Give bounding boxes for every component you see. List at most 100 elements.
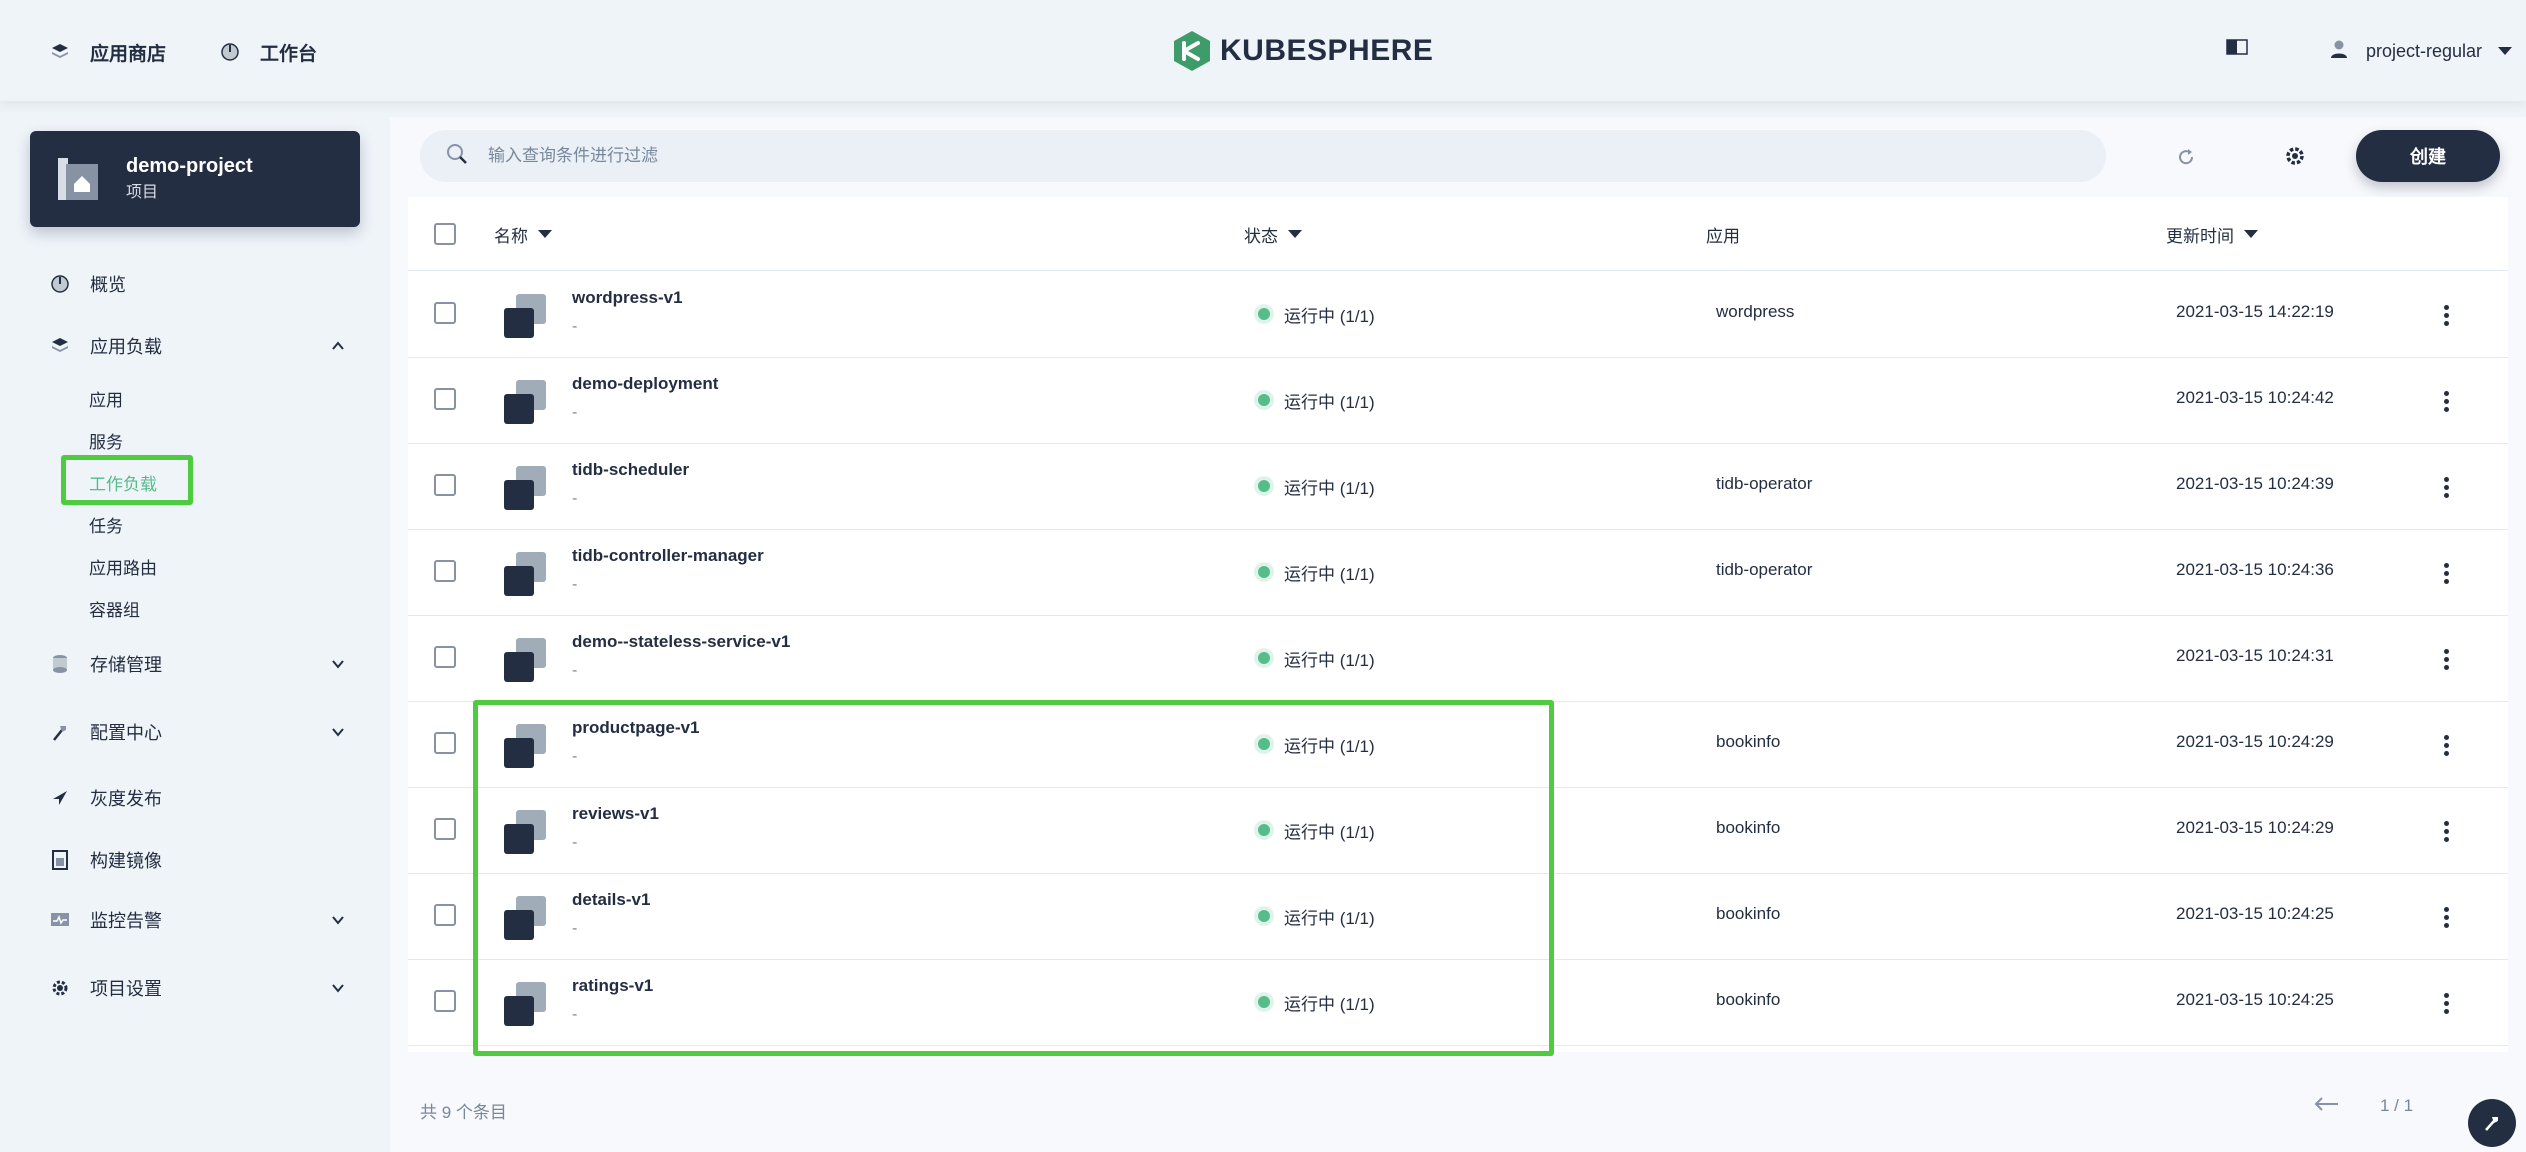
more-actions-icon[interactable] — [2434, 988, 2458, 1018]
workload-name[interactable]: tidb-scheduler — [572, 460, 689, 480]
kubesphere-logo[interactable]: KUBESPHERE — [1172, 26, 1433, 76]
status-badge: 运行中 (1/1) — [1256, 472, 1375, 500]
header-updated[interactable]: 更新时间 — [2166, 197, 2258, 271]
sidebar-sub-services[interactable]: 服务 — [89, 424, 123, 456]
status-text: 运行中 (1/1) — [1284, 478, 1375, 498]
header-updated-label: 更新时间 — [2166, 226, 2234, 246]
chevron-down-icon — [332, 660, 344, 669]
workload-name[interactable]: demo--stateless-service-v1 — [572, 632, 790, 652]
nav-workbench[interactable]: 工作台 — [216, 34, 317, 70]
row-checkbox[interactable] — [434, 302, 456, 324]
status-text: 运行中 (1/1) — [1284, 392, 1375, 412]
chevron-down-icon — [332, 984, 344, 993]
updated-time: 2021-03-15 10:24:39 — [2176, 474, 2334, 493]
table-header: 名称 状态 应用 更新时间 — [408, 197, 2508, 271]
workload-name[interactable]: demo-deployment — [572, 374, 718, 394]
table-row[interactable]: demo-deployment - 运行中 (1/1) 2021-03-15 10:2… — [408, 358, 2508, 444]
header-status[interactable]: 状态 — [1244, 197, 1302, 271]
sort-caret-icon — [538, 230, 552, 238]
workload-name[interactable]: tidb-controller-manager — [572, 546, 764, 566]
more-actions-icon[interactable] — [2434, 730, 2458, 760]
workload-description: - — [572, 490, 578, 507]
workload-description: - — [572, 662, 578, 679]
status-badge: 运行中 (1/1) — [1256, 644, 1375, 672]
table-row[interactable]: wordpress-v1 - 运行中 (1/1) wordpress 2021-03-1… — [408, 272, 2508, 358]
status-dot-icon — [1258, 652, 1270, 664]
nav-workbench-label: 工作台 — [260, 43, 318, 65]
status-dot-icon — [1258, 394, 1270, 406]
row-checkbox[interactable] — [434, 474, 456, 496]
workload-icon — [504, 466, 546, 510]
search-bar[interactable] — [420, 130, 2106, 182]
sidebar-sub-jobs[interactable]: 任务 — [89, 508, 123, 540]
more-actions-icon[interactable] — [2434, 558, 2458, 588]
row-checkbox[interactable] — [434, 818, 456, 840]
nav-app-store-label: 应用商店 — [90, 43, 167, 65]
sidebar-item-grayscale[interactable]: 灰度发布 — [46, 780, 346, 816]
workload-icon — [504, 552, 546, 596]
highlight-box-workloads — [61, 455, 193, 505]
sidebar-sub-pods[interactable]: 容器组 — [89, 592, 140, 624]
more-actions-icon[interactable] — [2434, 902, 2458, 932]
bird-icon — [46, 789, 74, 807]
search-input[interactable] — [488, 146, 1988, 166]
sidebar-item-project-settings[interactable]: 项目设置 — [46, 970, 346, 1006]
workload-icon — [504, 638, 546, 682]
highlight-box-bookinfo-workloads — [473, 700, 1554, 1056]
workload-name[interactable]: wordpress-v1 — [572, 288, 683, 308]
row-checkbox[interactable] — [434, 646, 456, 668]
project-selector[interactable]: demo-project 项目 — [30, 131, 360, 227]
app-name: wordpress — [1716, 302, 1795, 321]
page-indicator: 1 / 1 — [2380, 1096, 2414, 1115]
sidebar-sub-routes[interactable]: 应用路由 — [89, 550, 157, 582]
pagination: 1 / 1 — [2312, 1096, 2413, 1116]
status-text: 运行中 (1/1) — [1284, 650, 1375, 670]
more-actions-icon[interactable] — [2434, 386, 2458, 416]
sidebar-item-overview[interactable]: 概览 — [46, 266, 346, 302]
more-actions-icon[interactable] — [2434, 644, 2458, 674]
sidebar-item-image-builder[interactable]: 构建镜像 — [46, 842, 346, 878]
total-count: 共 9 个条目 — [420, 1103, 507, 1122]
more-actions-icon[interactable] — [2434, 816, 2458, 846]
dashboard-icon — [46, 274, 74, 294]
app-name: tidb-operator — [1716, 560, 1813, 579]
user-menu[interactable]: project-regular — [2330, 34, 2513, 68]
sidebar-item-monitoring[interactable]: 监控告警 — [46, 902, 346, 938]
table-row[interactable]: demo--stateless-service-v1 - 运行中 (1/1) 2021… — [408, 616, 2508, 702]
row-checkbox[interactable] — [434, 904, 456, 926]
select-all-checkbox[interactable] — [434, 223, 456, 245]
updated-time: 2021-03-15 10:24:31 — [2176, 646, 2334, 665]
gear-icon[interactable] — [2284, 145, 2306, 172]
header-name-label: 名称 — [494, 226, 528, 246]
row-checkbox[interactable] — [434, 388, 456, 410]
storage-icon — [46, 654, 74, 674]
table-row[interactable]: tidb-scheduler - 运行中 (1/1) tidb-operator 202… — [408, 444, 2508, 530]
table-row[interactable]: tidb-controller-manager - 运行中 (1/1) tidb-op… — [408, 530, 2508, 616]
chevron-down-icon — [332, 916, 344, 925]
row-checkbox[interactable] — [434, 990, 456, 1012]
more-actions-icon[interactable] — [2434, 472, 2458, 502]
layout-toggle-icon[interactable] — [2226, 38, 2248, 61]
project-type: 项目 — [126, 184, 159, 201]
status-badge: 运行中 (1/1) — [1256, 558, 1375, 586]
row-checkbox[interactable] — [434, 732, 456, 754]
toolbox-button[interactable] — [2468, 1099, 2516, 1147]
kubesphere-logo-icon — [1174, 31, 1210, 71]
nav-app-store[interactable]: 应用商店 — [46, 34, 166, 70]
header-name[interactable]: 名称 — [494, 197, 552, 271]
arrow-left-icon[interactable] — [2312, 1096, 2340, 1116]
monitor-icon — [46, 912, 74, 928]
create-button[interactable]: 创建 — [2356, 130, 2500, 182]
project-icon — [58, 158, 98, 200]
workload-icon — [504, 294, 546, 338]
updated-time: 2021-03-15 10:24:25 — [2176, 990, 2334, 1009]
status-badge: 运行中 (1/1) — [1256, 386, 1375, 414]
sidebar-item-config[interactable]: 配置中心 — [46, 714, 346, 750]
more-actions-icon[interactable] — [2434, 300, 2458, 330]
row-checkbox[interactable] — [434, 560, 456, 582]
refresh-icon[interactable] — [2176, 147, 2196, 172]
sidebar-item-storage[interactable]: 存储管理 — [46, 646, 346, 682]
sidebar-sub-apps[interactable]: 应用 — [89, 382, 123, 414]
app-name: tidb-operator — [1716, 474, 1813, 493]
sidebar-item-app-workloads[interactable]: 应用负载 — [46, 328, 346, 364]
